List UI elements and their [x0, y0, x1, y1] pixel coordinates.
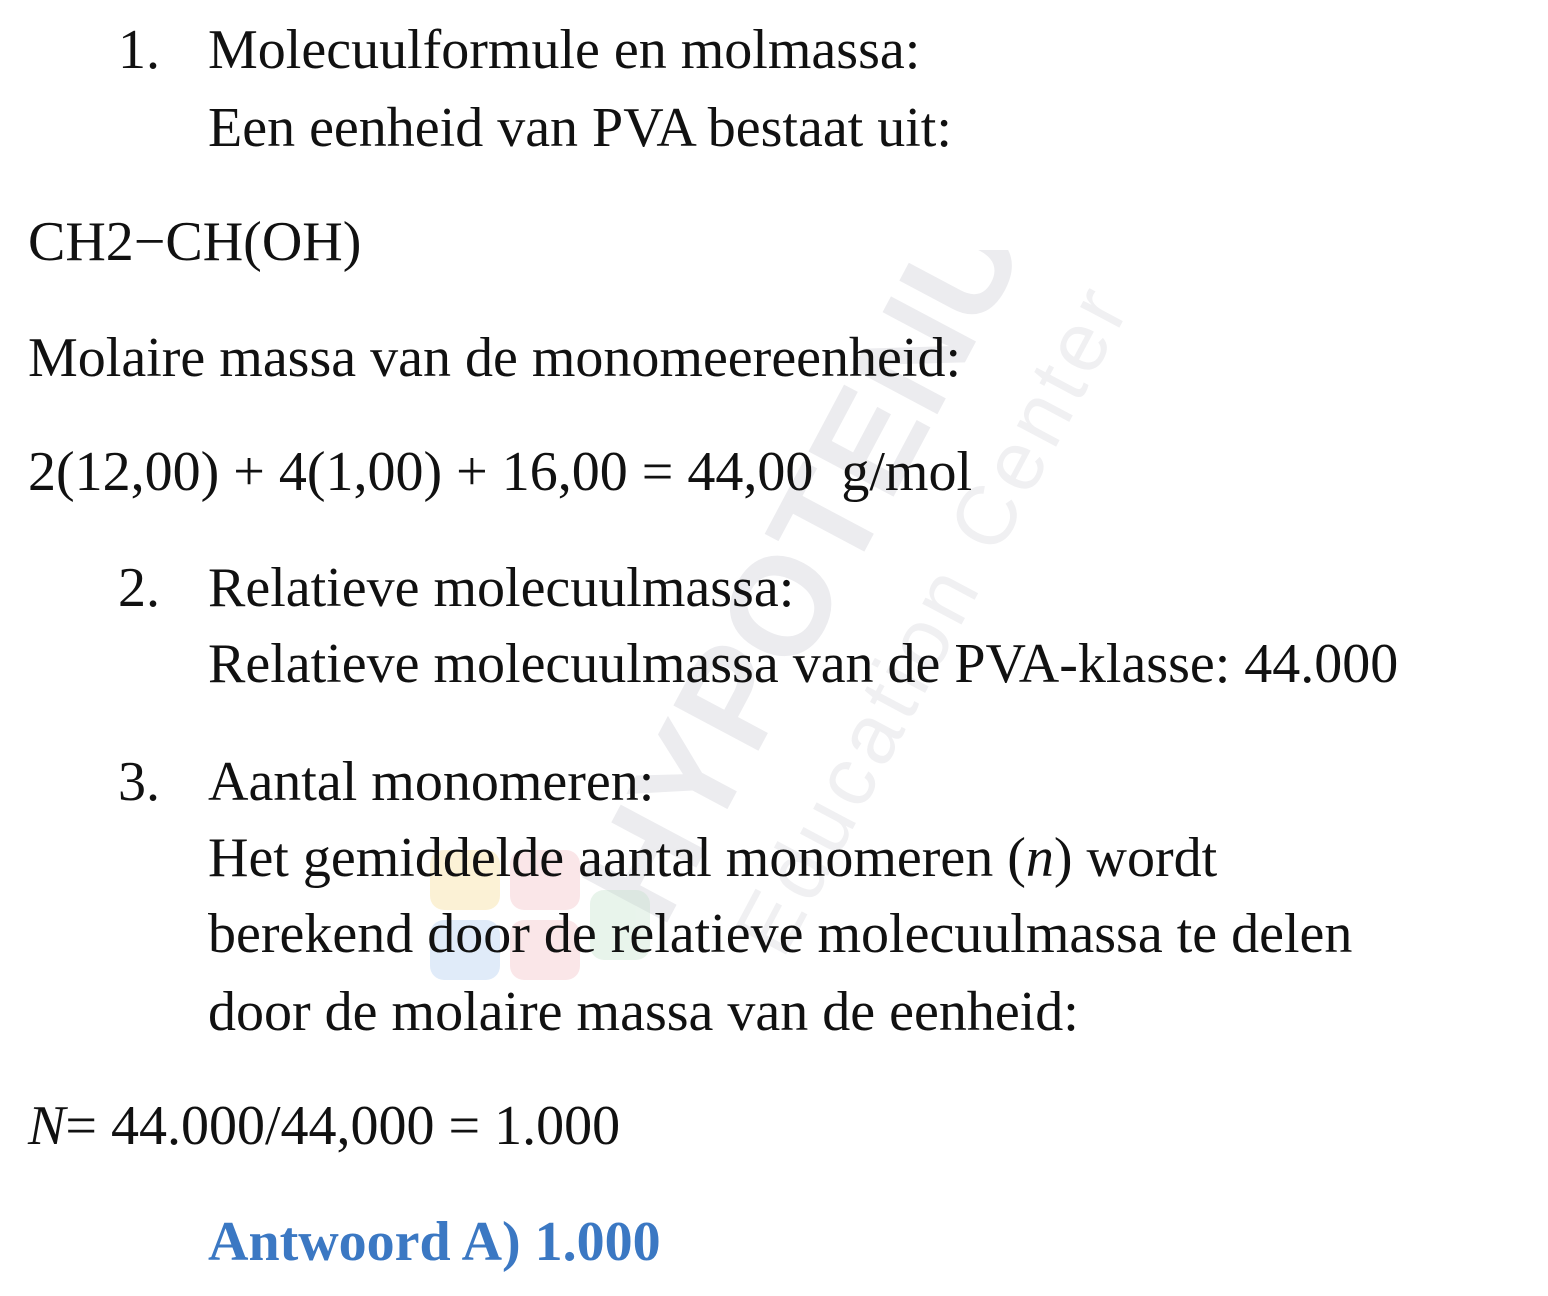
- result-expression: = 44.000/44,000 = 1.000: [65, 1095, 621, 1157]
- step-3-text-line-1: Het gemiddelde aantal monomeren (n) word…: [208, 826, 1217, 890]
- step-2-heading: Relatieve molecuulmassa:: [208, 557, 795, 619]
- result-variable: N: [28, 1095, 66, 1157]
- molar-mass-heading: Molaire massa van de monomeereenheid:: [28, 327, 961, 389]
- step-3-number: 3.: [118, 751, 160, 813]
- step-3-text-line-2: berekend door de relatieve molecuulmassa…: [208, 903, 1353, 965]
- step-2-number: 2.: [118, 557, 160, 619]
- step-1-heading: Molecuulformule en molmassa:: [208, 19, 921, 81]
- step-3-heading: Aantal monomeren:: [208, 751, 655, 813]
- variable-n: n: [1025, 827, 1054, 889]
- answer-text: Antwoord A) 1.000: [208, 1211, 661, 1273]
- molar-mass-unit: g/mol: [841, 441, 973, 503]
- step-3-text-part-b: ) wordt: [1053, 827, 1218, 889]
- unit-formula: CH2−CH(OH): [28, 211, 362, 273]
- step-3-text-line-3: door de molaire massa van de eenheid:: [208, 981, 1079, 1043]
- result-equation: N= 44.000/44,000 = 1.000: [28, 1094, 620, 1158]
- molar-mass-calculation: 2(12,00) + 4(1,00) + 16,00 = 44,00 g/mol: [28, 440, 972, 504]
- step-1-text: Een eenheid van PVA bestaat uit:: [208, 97, 952, 159]
- step-3-text-part-a: Het gemiddelde aantal monomeren (: [208, 827, 1026, 889]
- molar-mass-expression: 2(12,00) + 4(1,00) + 16,00 = 44,00: [28, 441, 814, 503]
- step-2-text: Relatieve molecuulmassa van de PVA-klass…: [208, 633, 1399, 695]
- step-1-number: 1.: [118, 19, 160, 81]
